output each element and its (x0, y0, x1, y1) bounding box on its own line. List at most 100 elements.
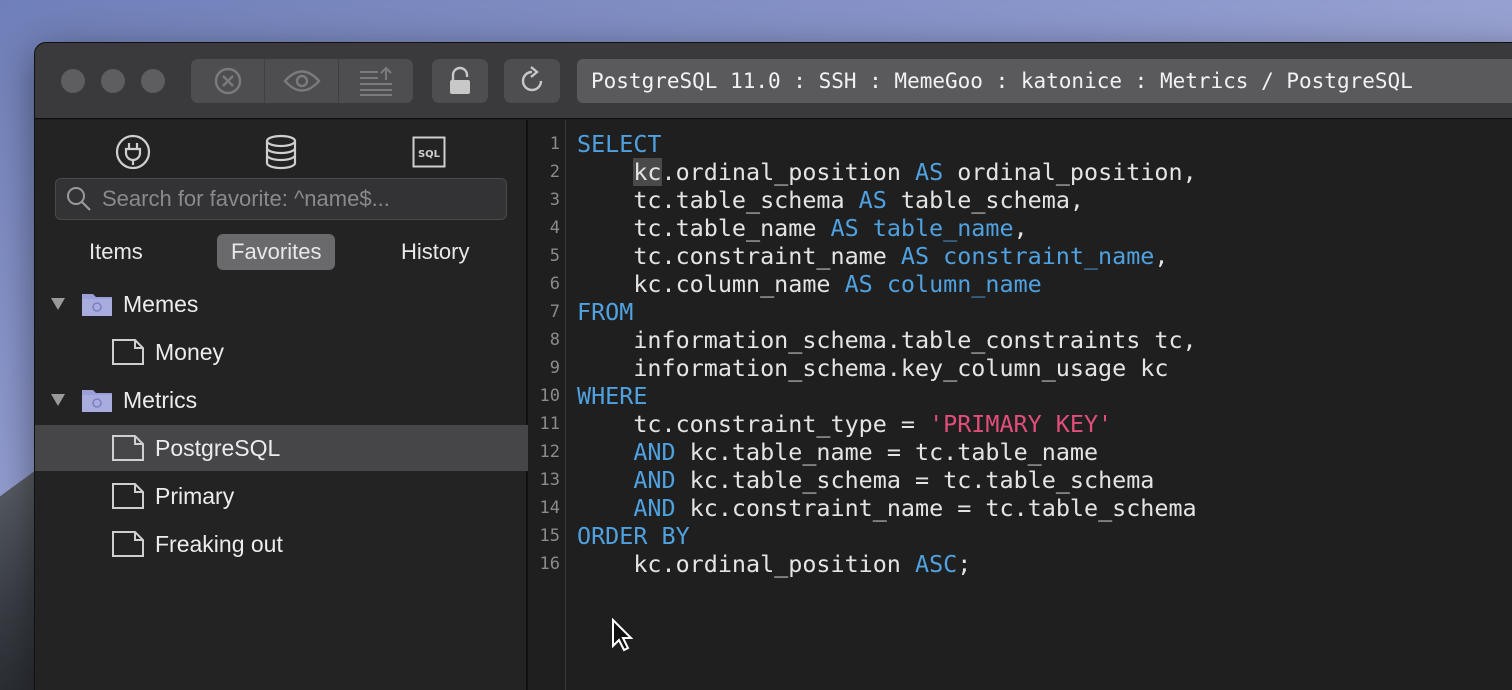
folder-icon (82, 390, 112, 412)
sql-keyword: AND (633, 466, 676, 494)
code-line[interactable]: tc.table_name AS table_name, (577, 214, 1028, 242)
tree-label: PostgreSQL (155, 434, 281, 461)
code-line[interactable]: AND kc.table_name = tc.table_name (577, 438, 1098, 466)
tab-items[interactable]: Items (75, 234, 157, 270)
sql-keyword: SELECT (577, 130, 662, 158)
line-number-gutter: 1 2 3 4 5 6 7 8 9 10 11 12 13 14 15 16 (530, 120, 566, 690)
tree-item-money[interactable]: Money (35, 329, 528, 375)
sql-icon: SQL (412, 136, 446, 168)
sql-text: tc.constraint_name (577, 242, 901, 270)
line-number: 6 (549, 274, 560, 294)
code-line[interactable]: kc.ordinal_position AS ordinal_position, (577, 158, 1197, 186)
tree-item-primary[interactable]: Primary (35, 473, 528, 519)
svg-text:SQL: SQL (418, 149, 441, 160)
tab-favorites[interactable]: Favorites (217, 234, 336, 270)
sql-keyword: AS table_name (830, 214, 1014, 242)
folder-icon (82, 294, 112, 316)
code-line[interactable]: tc.constraint_name AS constraint_name, (577, 242, 1168, 270)
line-number: 15 (539, 526, 560, 546)
line-number: 9 (549, 358, 560, 378)
code-line[interactable]: WHERE (577, 382, 647, 410)
disclosure-triangle-icon[interactable] (51, 298, 65, 310)
line-number: 11 (539, 414, 560, 434)
code-line[interactable]: SELECT (577, 130, 662, 158)
search-input[interactable] (102, 186, 482, 212)
line-number: 8 (549, 330, 560, 350)
sql-keyword: AS (858, 186, 887, 214)
tree-item-freaking-out[interactable]: Freaking out (35, 521, 528, 567)
connection-address-bar[interactable]: PostgreSQL 11.0 : SSH : MemeGoo : katoni… (577, 59, 1512, 103)
code-line[interactable]: tc.constraint_type = 'PRIMARY KEY' (577, 410, 1112, 438)
sql-keyword: FROM (577, 298, 634, 326)
code-line[interactable]: tc.table_schema AS table_schema, (577, 186, 1084, 214)
sql-text: kc.constraint_name = tc.table_schema (675, 494, 1197, 522)
code-line[interactable]: information_schema.key_column_usage kc (577, 354, 1168, 382)
tree-folder-metrics[interactable]: Metrics (35, 377, 528, 423)
preview-button[interactable] (265, 59, 339, 103)
stop-button[interactable] (191, 59, 265, 103)
tree-label: Freaking out (155, 530, 283, 557)
code-line[interactable]: FROM (577, 298, 633, 326)
sql-text: kc.table_name = tc.table_name (675, 438, 1099, 466)
line-number: 7 (549, 302, 560, 322)
sql-keyword: AS (915, 158, 944, 186)
code-line[interactable]: ORDER BY (577, 522, 690, 550)
code-line[interactable]: AND kc.constraint_name = tc.table_schema (577, 494, 1197, 522)
lock-button[interactable] (432, 59, 488, 103)
line-number: 2 (549, 162, 560, 182)
titlebar: PostgreSQL 11.0 : SSH : MemeGoo : katoni… (35, 43, 1512, 119)
sql-keyword: ORDER BY (577, 522, 690, 550)
code-line[interactable]: kc.column_name AS column_name (577, 270, 1042, 298)
sql-keyword: AND (633, 494, 676, 522)
sidebar-mode-icons: SQL (35, 132, 526, 172)
code-line[interactable]: information_schema.table_constraints tc, (577, 326, 1197, 354)
line-number: 1 (549, 134, 560, 154)
format-button[interactable] (339, 59, 413, 103)
line-number: 16 (539, 554, 560, 574)
tree-label: Money (155, 338, 225, 365)
sql-keyword: AS column_name (844, 270, 1042, 298)
sql-editor[interactable]: 1 2 3 4 5 6 7 8 9 10 11 12 13 14 15 16 SELECT kc.ordina… (530, 120, 1512, 690)
sql-text: , (1013, 214, 1028, 242)
sql-text: tc.table_name (577, 214, 831, 242)
minimize-window-button[interactable] (101, 69, 125, 93)
sql-keyword: ASC (914, 550, 958, 578)
zoom-window-button[interactable] (141, 69, 165, 93)
tree-item-postgresql[interactable]: PostgreSQL (35, 425, 528, 471)
refresh-icon (521, 66, 543, 92)
sql-text: kc.column_name (577, 270, 845, 298)
document-icon (112, 435, 144, 461)
connection-tab-button[interactable] (113, 132, 153, 172)
tab-history[interactable]: History (387, 234, 483, 270)
line-number: 12 (539, 442, 560, 462)
sql-text: tc.table_schema (577, 186, 859, 214)
document-icon (112, 531, 144, 557)
sidebar-tabs: Items Favorites History (35, 234, 526, 270)
plug-icon (115, 134, 151, 170)
sql-text: kc (633, 158, 662, 186)
tree-label: Metrics (123, 386, 198, 413)
favorites-search (55, 178, 507, 220)
lock-icon (450, 66, 470, 94)
sql-text: .ordinal_position (661, 158, 915, 186)
sql-text: kc.ordinal_position (577, 550, 915, 578)
sql-keyword: WHERE (577, 382, 648, 410)
line-number: 5 (549, 246, 560, 266)
code-line[interactable]: AND kc.table_schema = tc.table_schema (577, 466, 1154, 494)
code-line[interactable]: kc.ordinal_position ASC; (577, 550, 971, 578)
sql-text: information_schema.key_column_usage kc (577, 354, 1169, 382)
document-icon (112, 339, 144, 365)
sql-tab-button[interactable]: SQL (409, 132, 449, 172)
tree-label: Memes (123, 290, 199, 317)
disclosure-triangle-icon[interactable] (51, 394, 65, 406)
app-window: PostgreSQL 11.0 : SSH : MemeGoo : katoni… (34, 42, 1512, 690)
tree-folder-memes[interactable]: Memes (35, 281, 528, 327)
close-window-button[interactable] (61, 69, 85, 93)
refresh-button[interactable] (504, 59, 560, 103)
database-tab-button[interactable] (261, 132, 301, 172)
sql-text: information_schema.table_constraints tc, (577, 326, 1197, 354)
